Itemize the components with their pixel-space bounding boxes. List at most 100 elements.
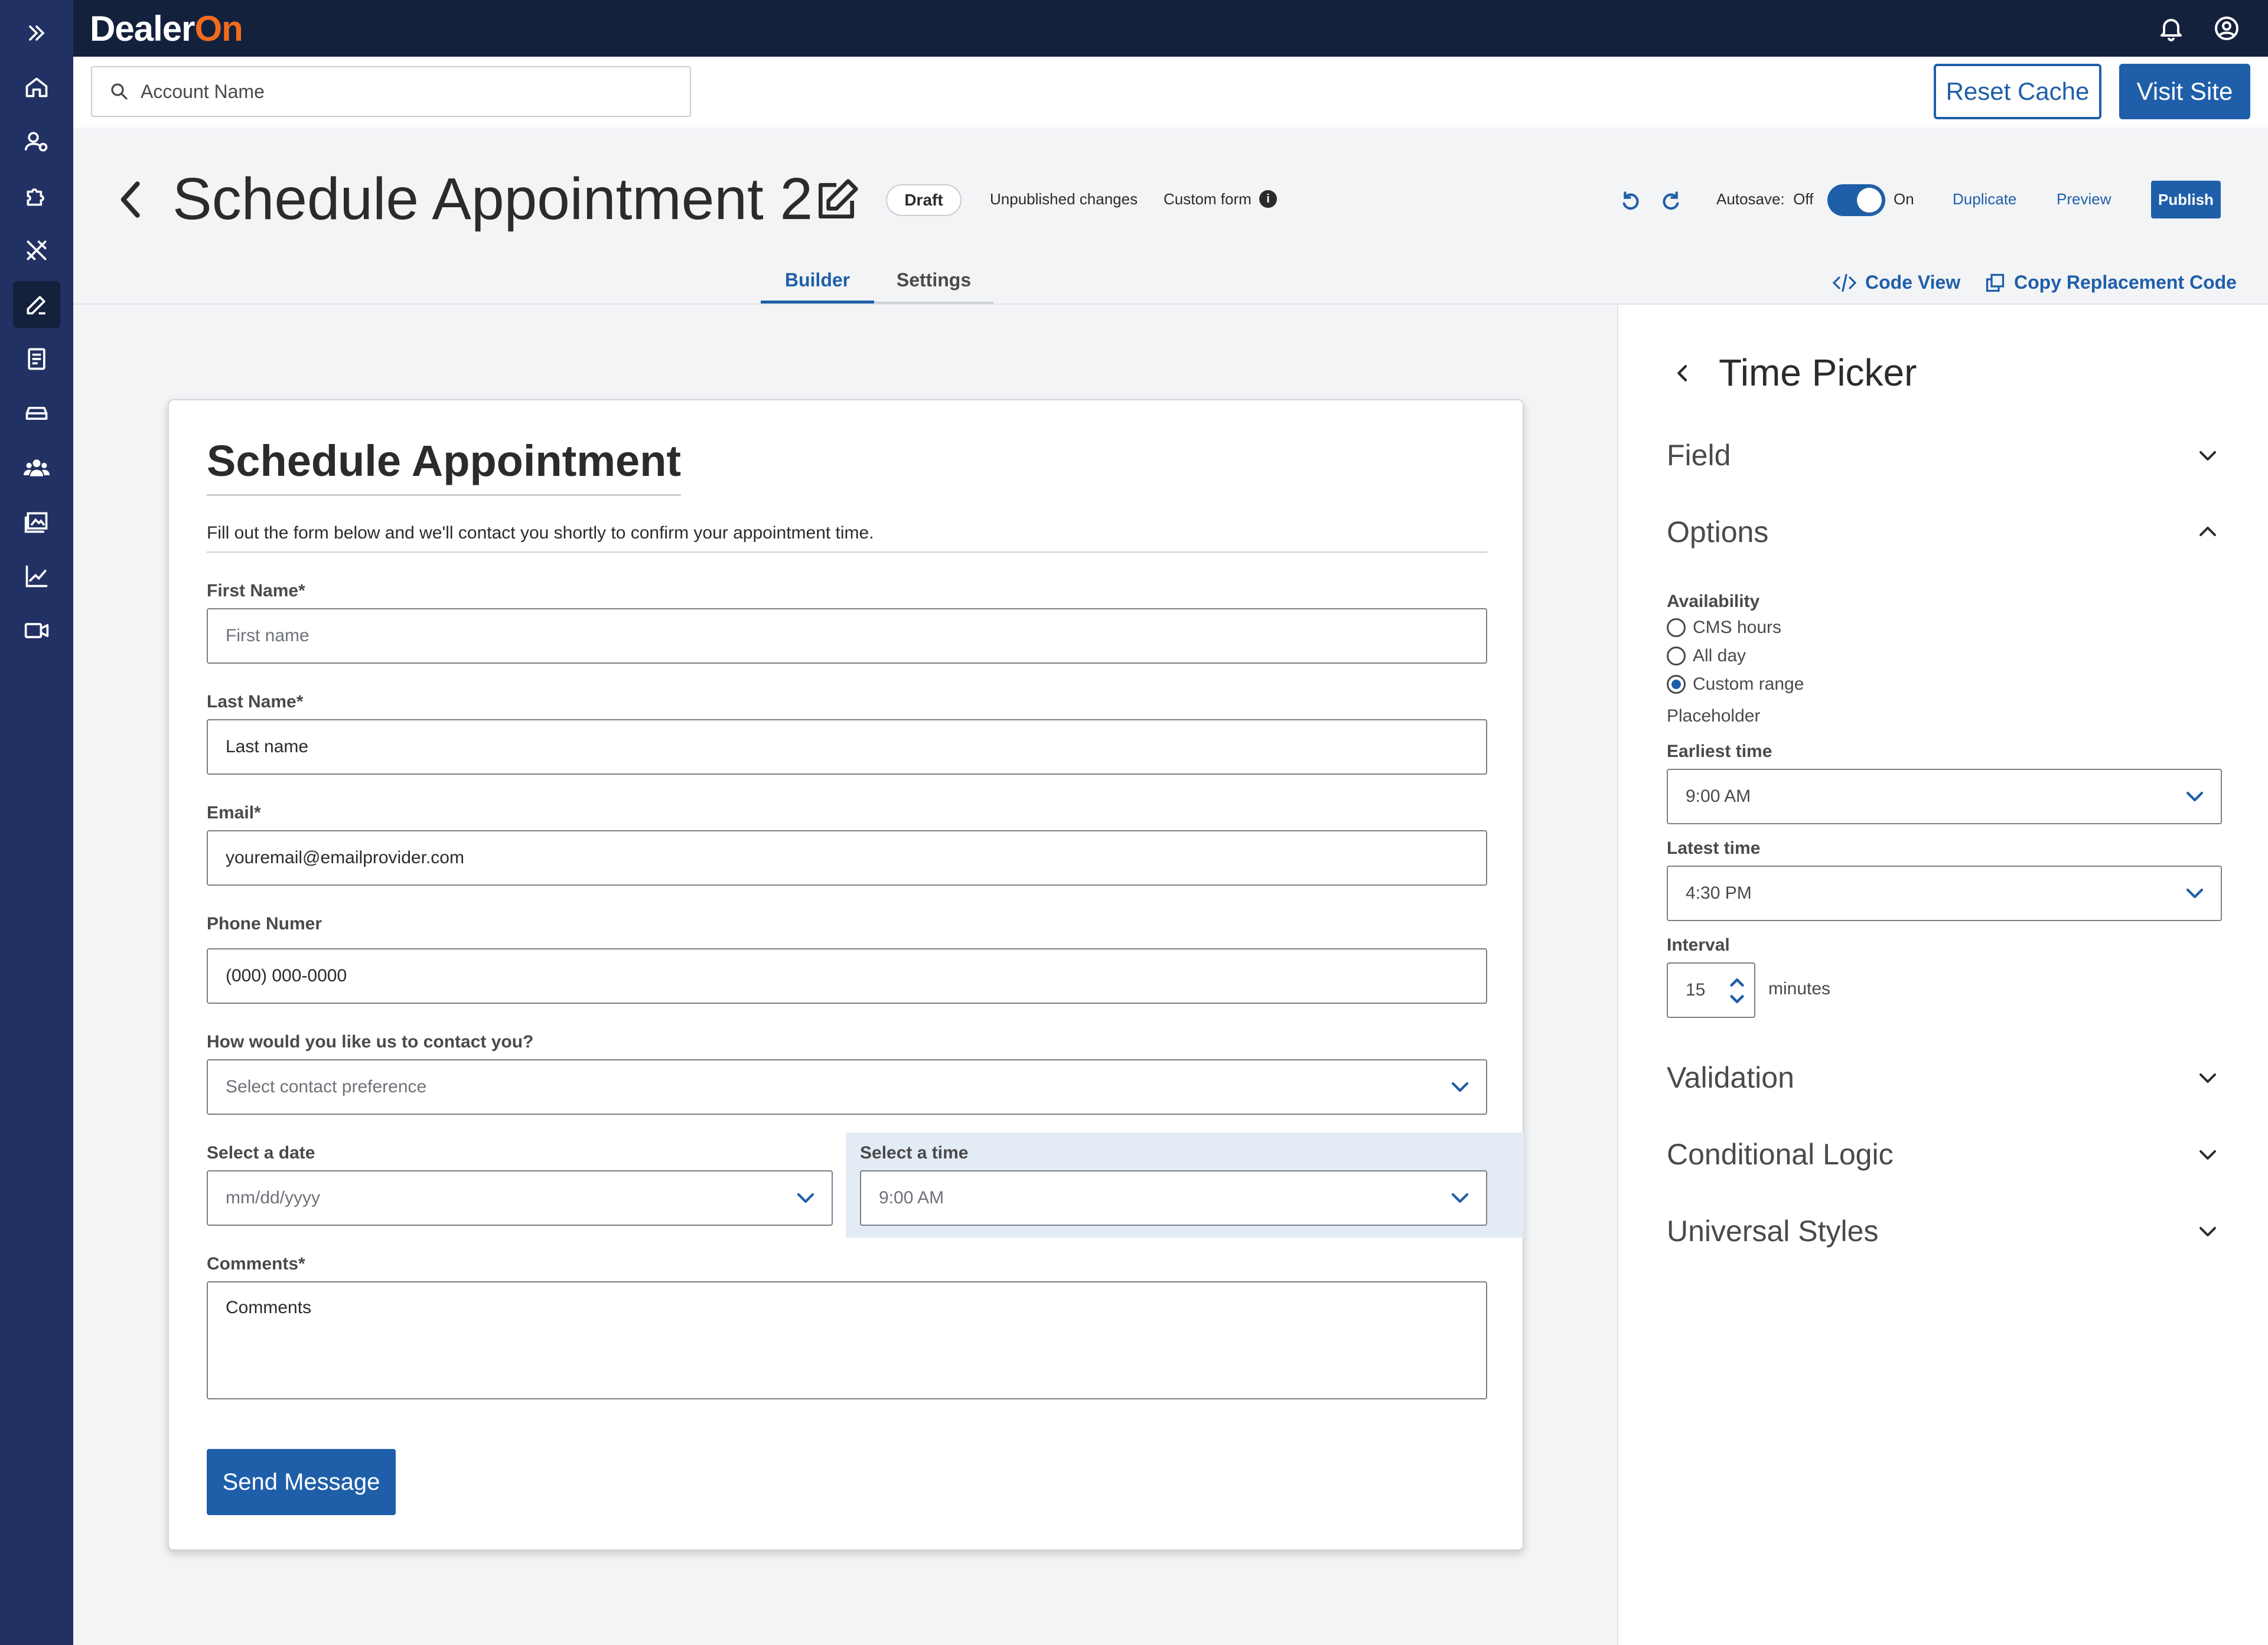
chevron-up-icon[interactable] <box>2197 523 2218 540</box>
time-label: Select a time <box>860 1143 969 1163</box>
page-title: Schedule Appointment 2 <box>172 166 813 232</box>
accordion-validation[interactable]: Validation <box>1667 1060 1794 1095</box>
radio-custom-range[interactable]: Custom range <box>1667 674 1804 694</box>
car-icon[interactable] <box>13 390 60 437</box>
user-circle-icon[interactable] <box>2212 14 2241 43</box>
chevron-left-icon[interactable] <box>1673 361 1693 385</box>
earliest-time-label: Earliest time <box>1667 742 1772 761</box>
stepper-arrows-icon[interactable] <box>1728 973 1746 1008</box>
copy-icon <box>1984 272 2006 293</box>
chevron-down-icon <box>2184 788 2205 805</box>
autosave-toggle[interactable] <box>1827 184 1885 216</box>
form-title: Schedule Appointment <box>207 436 682 496</box>
accordion-options[interactable]: Options <box>1667 515 1768 549</box>
email-label: Email* <box>207 803 261 822</box>
interval-unit: minutes <box>1768 979 1831 998</box>
expand-icon[interactable] <box>13 9 60 57</box>
chevron-down-icon <box>1449 1189 1471 1207</box>
code-view-link[interactable]: Code View <box>1832 272 1960 293</box>
chevron-down-icon[interactable] <box>2197 448 2218 464</box>
bell-icon[interactable] <box>2157 14 2185 43</box>
visit-site-button[interactable]: Visit Site <box>2119 64 2250 119</box>
last-name-field[interactable]: Last name <box>207 719 1487 775</box>
form-preview-card: Schedule Appointment Fill out the form b… <box>168 399 1524 1551</box>
placeholder-label: Placeholder <box>1667 706 1761 726</box>
phone-field[interactable]: (000) 000-0000 <box>207 948 1487 1004</box>
edit-title-icon[interactable] <box>813 177 860 224</box>
publish-button[interactable]: Publish <box>2151 181 2221 218</box>
chevron-down-icon <box>795 1189 816 1207</box>
back-arrow-icon[interactable] <box>112 177 150 222</box>
chevron-down-icon[interactable] <box>2197 1070 2218 1086</box>
earliest-time-select[interactable]: 9:00 AM <box>1667 769 2222 824</box>
tools-icon[interactable] <box>13 227 60 274</box>
contact-label: How would you like us to contact you? <box>207 1032 534 1052</box>
date-select[interactable]: mm/dd/yyyy <box>207 1170 833 1226</box>
info-icon[interactable]: i <box>1259 190 1277 208</box>
time-select[interactable]: 9:00 AM <box>860 1170 1487 1226</box>
latest-time-label: Latest time <box>1667 838 1761 858</box>
radio-button[interactable] <box>1667 618 1686 637</box>
chart-icon[interactable] <box>13 553 60 600</box>
search-icon <box>109 81 130 102</box>
radio-button[interactable] <box>1667 675 1686 694</box>
email-field[interactable]: youremail@emailprovider.com <box>207 830 1487 886</box>
comments-label: Comments* <box>207 1254 305 1274</box>
form-description: Fill out the form below and we'll contac… <box>207 523 1487 553</box>
user-settings-icon[interactable] <box>13 118 60 165</box>
chevron-down-icon <box>1449 1078 1471 1096</box>
team-icon[interactable] <box>13 444 60 491</box>
tab-settings[interactable]: Settings <box>874 269 993 303</box>
latest-time-select[interactable]: 4:30 PM <box>1667 866 2222 921</box>
accordion-field[interactable]: Field <box>1667 438 1731 472</box>
autosave-on-label: On <box>1894 190 1914 208</box>
radio-button[interactable] <box>1667 647 1686 665</box>
panel-title: Time Picker <box>1719 351 1917 394</box>
redo-icon[interactable] <box>1661 188 1684 211</box>
account-search-input[interactable] <box>141 80 660 103</box>
home-icon[interactable] <box>13 64 60 111</box>
chevron-down-icon[interactable] <box>2197 1223 2218 1240</box>
radio-all-day[interactable]: All day <box>1667 646 1746 666</box>
account-bar: Reset Cache Visit Site <box>73 57 2268 128</box>
copy-code-link[interactable]: Copy Replacement Code <box>1984 272 2237 293</box>
interval-label: Interval <box>1667 935 1730 955</box>
unpublished-text: Unpublished changes <box>990 190 1138 208</box>
last-name-label: Last Name* <box>207 692 304 711</box>
undo-icon[interactable] <box>1617 188 1641 211</box>
first-name-label: First Name* <box>207 581 305 600</box>
account-search[interactable] <box>91 66 691 117</box>
form-type-text: Custom form <box>1164 190 1252 208</box>
preview-link[interactable]: Preview <box>2057 190 2111 208</box>
reset-cache-button[interactable]: Reset Cache <box>1934 64 2101 119</box>
phone-label: Phone Numer <box>207 914 322 934</box>
puzzle-icon[interactable] <box>13 172 60 220</box>
top-bar: Dealer On <box>73 0 2268 57</box>
left-nav <box>0 0 73 1645</box>
chevron-down-icon[interactable] <box>2197 1147 2218 1163</box>
accordion-universal-styles[interactable]: Universal Styles <box>1667 1214 1878 1248</box>
comments-field[interactable]: Comments <box>207 1281 1487 1399</box>
video-icon[interactable] <box>13 607 60 654</box>
availability-label: Availability <box>1667 592 1760 611</box>
first-name-input[interactable] <box>226 626 1360 646</box>
tab-builder[interactable]: Builder <box>761 269 874 303</box>
date-label: Select a date <box>207 1143 315 1163</box>
chevron-down-icon <box>2184 884 2205 902</box>
properties-panel: Time Picker Field Options Availability C… <box>1617 305 2268 1645</box>
send-message-button[interactable]: Send Message <box>207 1449 396 1515</box>
document-icon[interactable] <box>13 335 60 383</box>
interval-stepper[interactable]: 15 <box>1667 962 1755 1018</box>
code-icon <box>1832 272 1857 293</box>
first-name-field[interactable] <box>207 608 1487 664</box>
toggle-knob <box>1857 188 1882 213</box>
radio-cms-hours[interactable]: CMS hours <box>1667 618 1781 638</box>
edit-icon[interactable] <box>13 281 60 328</box>
gallery-icon[interactable] <box>13 498 60 546</box>
logo[interactable]: Dealer On <box>90 6 243 51</box>
status-badge: Draft <box>886 184 962 216</box>
accordion-conditional-logic[interactable]: Conditional Logic <box>1667 1137 1894 1171</box>
contact-select[interactable]: Select contact preference <box>207 1059 1487 1115</box>
autosave-label: Autosave: Off <box>1716 190 1814 208</box>
duplicate-link[interactable]: Duplicate <box>1953 190 2016 208</box>
